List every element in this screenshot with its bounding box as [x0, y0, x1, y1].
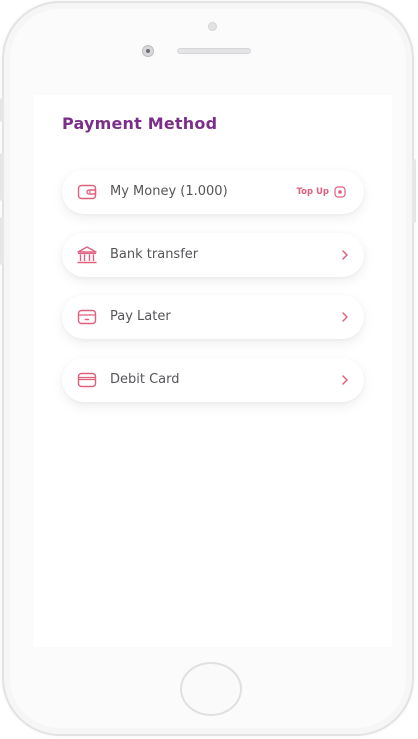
power-button	[412, 159, 416, 223]
chevron-right-icon	[342, 375, 348, 385]
mute-switch	[0, 98, 4, 122]
bank-icon	[77, 246, 97, 264]
chevron-right-icon	[342, 250, 348, 260]
chevron-right-icon	[342, 312, 348, 322]
payment-option-label: Debit Card	[110, 372, 180, 387]
payment-option-pay-later[interactable]: Pay Later	[62, 295, 364, 339]
top-up-button[interactable]: Top Up	[296, 185, 346, 199]
sensor-dot	[208, 22, 217, 31]
phone-frame: Payment Method My Money (1.000) Top Up B…	[0, 1, 416, 736]
credit-card-icon	[77, 372, 97, 388]
volume-up-button	[0, 153, 4, 201]
app-screen: Payment Method My Money (1.000) Top Up B…	[34, 95, 392, 647]
payment-option-my-money[interactable]: My Money (1.000) Top Up	[62, 170, 364, 214]
card-icon	[77, 309, 97, 325]
volume-down-button	[0, 217, 4, 265]
payment-option-label: Bank transfer	[110, 247, 199, 262]
page-title: Payment Method	[62, 114, 218, 133]
earpiece-speaker	[177, 48, 251, 54]
plus-circle-icon	[334, 186, 346, 198]
payment-option-debit-card[interactable]: Debit Card	[62, 358, 364, 402]
top-up-label: Top Up	[296, 187, 329, 197]
front-camera	[142, 45, 154, 57]
payment-option-bank-transfer[interactable]: Bank transfer	[62, 233, 364, 277]
payment-option-label: Pay Later	[110, 309, 171, 324]
wallet-icon	[77, 184, 97, 200]
payment-option-label: My Money (1.000)	[110, 184, 228, 199]
home-button[interactable]	[180, 662, 242, 716]
